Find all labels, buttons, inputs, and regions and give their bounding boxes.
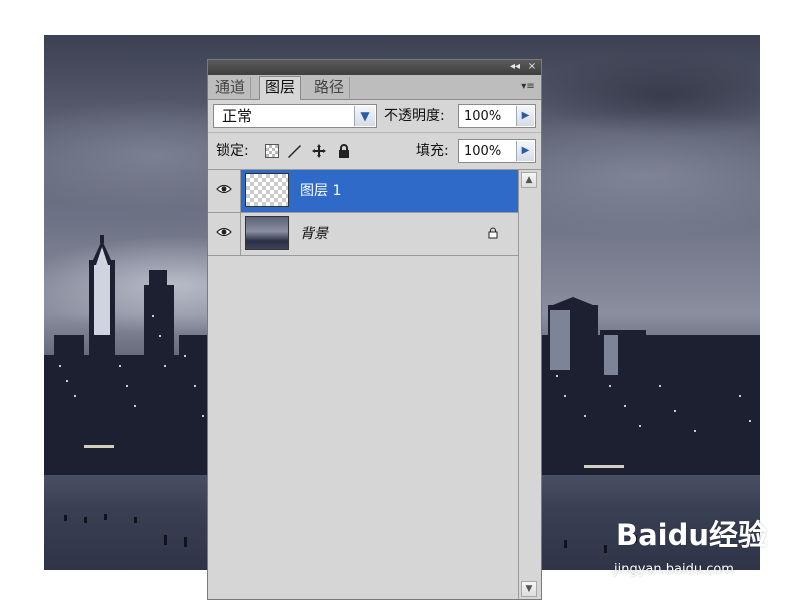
layer-thumbnail-transparent (245, 173, 289, 207)
opacity-value: 100% (464, 109, 502, 124)
panel-titlebar[interactable]: ◂◂ × (208, 60, 541, 75)
layer-name[interactable]: 背景 (300, 224, 328, 244)
lock-label: 锁定: (216, 143, 249, 159)
fill-field[interactable]: 100% ▶ (458, 139, 536, 163)
panel-menu-icon[interactable]: ▾≡ (520, 80, 536, 94)
lock-all-icon[interactable] (336, 143, 352, 159)
layer-list: 图层 1 背景 (208, 170, 519, 599)
close-panel-icon[interactable]: × (524, 61, 540, 73)
lock-image-pixels-brush-icon[interactable] (286, 143, 302, 159)
visibility-toggle[interactable] (208, 170, 241, 212)
layer-thumbnail-city-photo (245, 216, 289, 250)
tab-paths[interactable]: 路径 (309, 77, 351, 98)
scroll-up-icon[interactable]: ▲ (521, 172, 537, 188)
lock-fill-row: 锁定: 填充: 100% ▶ (208, 133, 541, 170)
lock-icon (488, 227, 498, 239)
visibility-toggle[interactable] (208, 213, 241, 255)
layers-panel: ◂◂ × 通道 图层 路径 ▾≡ 正常 ▼ 不透明度: 100% ▶ 锁定: 填… (207, 59, 542, 600)
collapse-panel-icon[interactable]: ◂◂ (507, 61, 523, 73)
blend-opacity-row: 正常 ▼ 不透明度: 100% ▶ (208, 100, 541, 133)
lock-transparent-pixels-icon[interactable] (265, 144, 279, 158)
opacity-arrow-icon[interactable]: ▶ (516, 106, 534, 126)
chevron-down-icon[interactable]: ▼ (354, 106, 375, 126)
layer-list-scrollbar[interactable]: ▲ ▼ (518, 170, 541, 599)
scroll-down-icon[interactable]: ▼ (521, 581, 537, 597)
layer-row-background[interactable]: 背景 (208, 213, 519, 256)
layer-row-layer-1[interactable]: 图层 1 (208, 170, 519, 213)
baidu-jingyan-watermark: Baidu经验 jingyan.baidu.com (612, 512, 788, 584)
tab-channels[interactable]: 通道 (210, 77, 252, 98)
fill-label: 填充: (416, 143, 449, 159)
layer-name[interactable]: 图层 1 (300, 181, 341, 201)
eye-icon (216, 184, 232, 194)
tab-layers[interactable]: 图层 (259, 76, 302, 100)
watermark-logo: Baidu经验 (616, 518, 768, 552)
opacity-label: 不透明度: (384, 108, 445, 124)
blend-mode-value: 正常 (222, 107, 253, 125)
panel-tabs: 通道 图层 路径 ▾≡ (208, 75, 541, 100)
fill-arrow-icon[interactable]: ▶ (516, 141, 534, 161)
eye-icon (216, 227, 232, 237)
lock-position-move-icon[interactable] (311, 143, 327, 159)
opacity-field[interactable]: 100% ▶ (458, 104, 536, 128)
fill-value: 100% (464, 144, 502, 159)
blend-mode-select[interactable]: 正常 ▼ (213, 104, 377, 128)
watermark-url: jingyan.baidu.com (614, 562, 734, 577)
